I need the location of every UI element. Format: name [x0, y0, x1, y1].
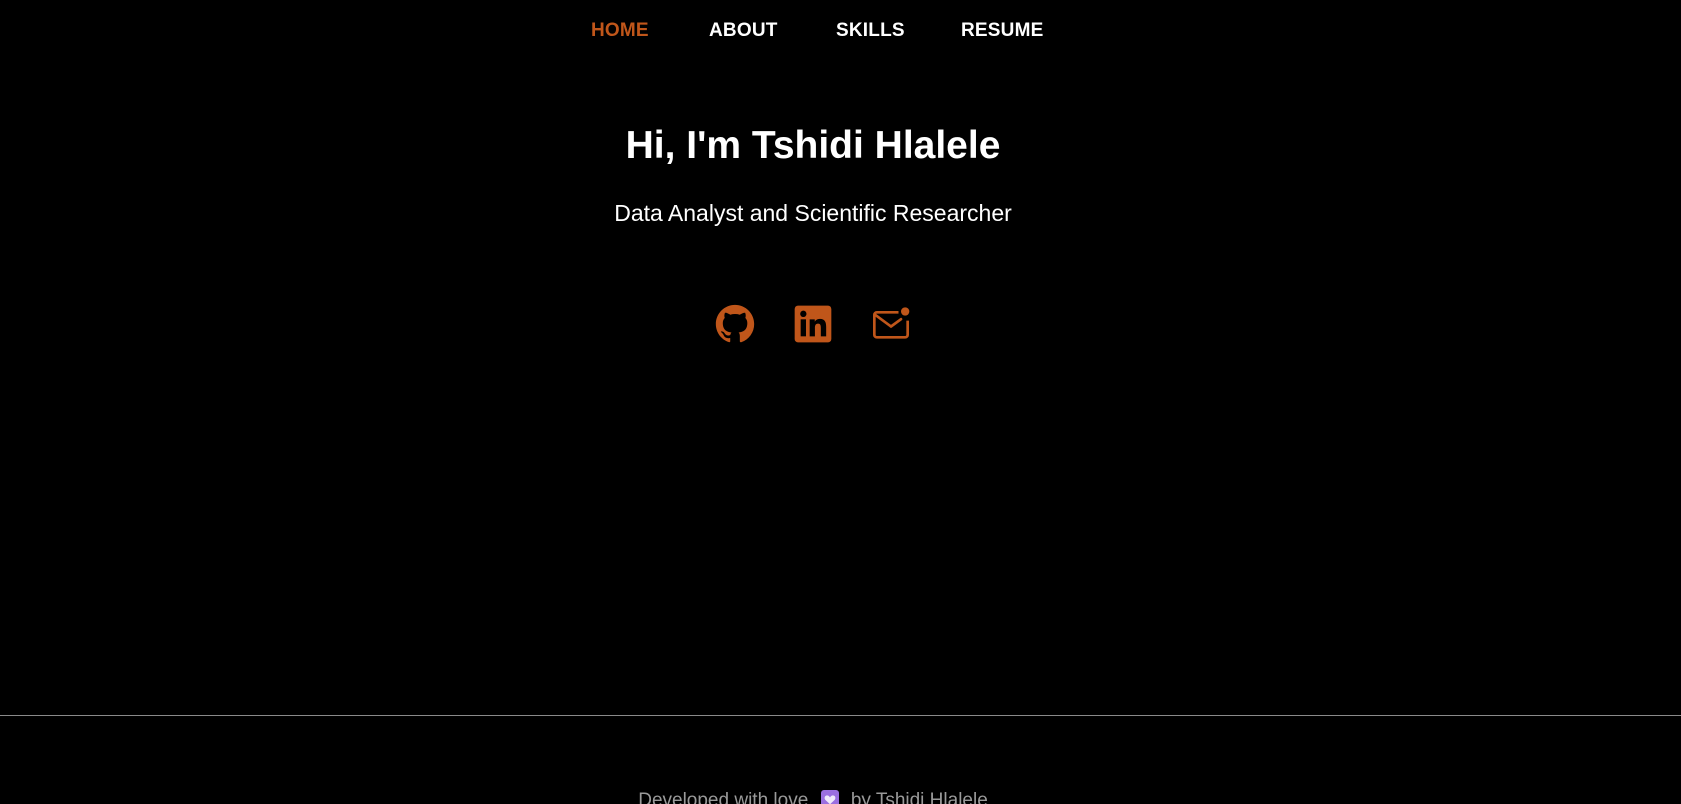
nav-skills-link[interactable]: SKILLS [836, 20, 905, 42]
github-icon [715, 304, 755, 343]
social-links [0, 304, 1626, 344]
nav-about-link[interactable]: ABOUT [709, 20, 778, 42]
hero-subtitle: Data Analyst and Scientific Researcher [614, 200, 1012, 226]
footer-divider [0, 715, 1681, 716]
github-link[interactable] [715, 304, 755, 344]
footer-text-after: by Tshidi Hlalele [850, 790, 988, 804]
footer-credit: Developed with love by Tshidi Hlalele [0, 789, 1626, 804]
mail-notification-icon [873, 307, 910, 339]
page: HOME ABOUT SKILLS RESUME Hi, I'm Tshidi … [0, 0, 1681, 804]
hero-title: Hi, I'm Tshidi Hlalele [625, 124, 1001, 167]
nav-home-link[interactable]: HOME [591, 20, 649, 42]
top-nav: HOME ABOUT SKILLS RESUME [0, 0, 1681, 64]
nav-resume-link[interactable]: RESUME [961, 20, 1044, 42]
footer-text-before: Developed with love [638, 790, 809, 804]
email-link[interactable] [871, 304, 911, 344]
linkedin-icon [794, 305, 832, 343]
linkedin-link[interactable] [793, 304, 833, 344]
purple-heart-icon [820, 789, 840, 804]
